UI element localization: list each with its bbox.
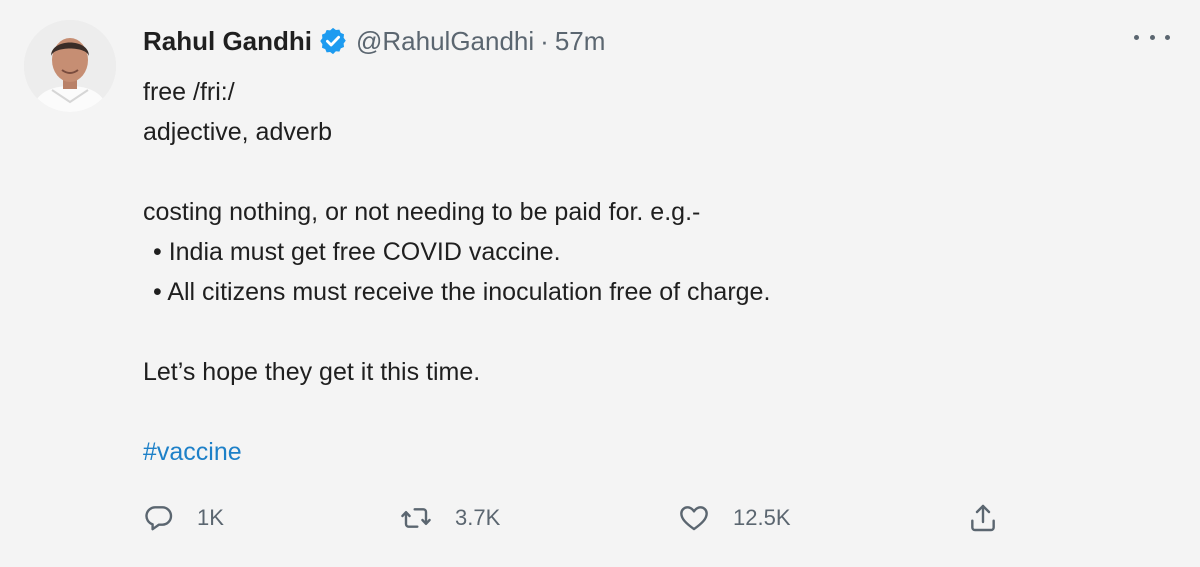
tweet-header: Rahul Gandhi @RahulGandhi · 57m	[143, 22, 605, 60]
retweet-icon	[401, 508, 431, 528]
avatar[interactable]	[24, 20, 116, 112]
author-name[interactable]: Rahul Gandhi	[143, 26, 312, 57]
like-count: 12.5K	[733, 505, 791, 530]
avatar-portrait	[24, 20, 116, 112]
retweet-count: 3.7K	[455, 505, 501, 530]
tweet-timestamp[interactable]: 57m	[555, 26, 606, 57]
retweet-button[interactable]: 3.7K	[399, 502, 500, 534]
more-horizontal-icon[interactable]	[1134, 22, 1170, 52]
text-line: Let’s hope they get it this time.	[143, 358, 481, 386]
text-line: free /fri:/	[143, 78, 235, 106]
reply-count: 1K	[197, 505, 224, 530]
heart-icon	[680, 506, 708, 531]
share-upload-icon	[971, 504, 995, 532]
verified-badge-icon	[318, 26, 348, 56]
bullet-item: • India must get free COVID vaccine.	[153, 238, 561, 266]
reply-button[interactable]: 1K	[143, 502, 224, 534]
text-line: adjective, adverb	[143, 118, 333, 146]
tweet-text: free /fri:/ adjective, adverb costing no…	[143, 72, 1163, 472]
text-line: costing nothing, or not needing to be pa…	[143, 198, 701, 226]
hashtag-link[interactable]: #vaccine	[143, 438, 242, 466]
bullet-item: • All citizens must receive the inoculat…	[153, 278, 771, 306]
like-button[interactable]: 12.5K	[677, 502, 791, 534]
tweet-actions: 1K 3.7K 12.5K	[143, 496, 1013, 540]
author-handle[interactable]: @RahulGandhi	[356, 26, 534, 57]
tweet-card[interactable]: Rahul Gandhi @RahulGandhi · 57m free /fr…	[0, 0, 1200, 567]
reply-bubble-icon	[145, 506, 173, 531]
header-separator: ·	[540, 25, 549, 56]
share-button[interactable]	[967, 502, 999, 534]
